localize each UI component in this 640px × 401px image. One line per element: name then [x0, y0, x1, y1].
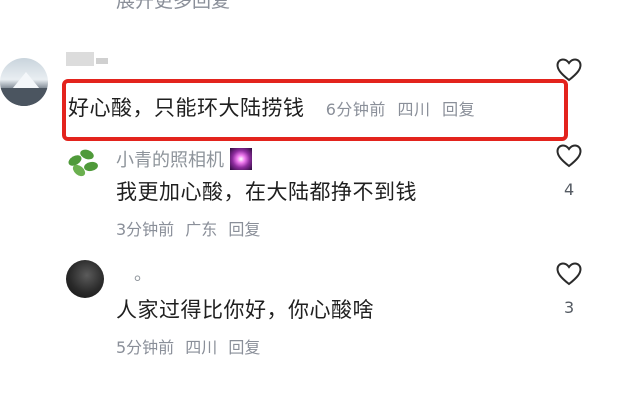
expand-more-replies-link[interactable]: 展开更多回复 [116, 0, 230, 13]
comment-item: 小青的照相机 我更加心酸，在大陆都挣不到钱 3分钟前 广东 回复 4 [0, 140, 640, 250]
sparkle-emoji-icon [230, 148, 252, 170]
comment-time: 5分钟前 [116, 338, 175, 357]
highlight-box [62, 79, 568, 141]
comment-time: 3分钟前 [116, 220, 175, 239]
comment-text: 人家过得比你好，你心酸啥 [116, 298, 374, 322]
comment-text: 我更加心酸，在大陆都挣不到钱 [116, 180, 417, 204]
username-text: 小青的照相机 [116, 150, 224, 171]
username[interactable]: 。 [134, 260, 152, 286]
avatar[interactable] [0, 58, 48, 106]
heart-outline-icon[interactable] [556, 262, 582, 286]
comment-item: 。 人家过得比你好，你心酸啥 5分钟前 四川 回复 3 [0, 258, 640, 368]
comment-location: 广东 [185, 220, 218, 239]
comment-thread: 展开更多回复 好心酸，只能环大陆捞钱 6分钟前 四川 回复 小青的照相机 我更加… [0, 0, 640, 401]
username-redacted [66, 52, 94, 66]
username[interactable]: 小青的照相机 [116, 146, 252, 172]
reply-button[interactable]: 回复 [228, 338, 260, 357]
avatar[interactable] [64, 142, 104, 182]
comment-meta: 5分钟前 四川 回复 [116, 334, 266, 358]
avatar[interactable] [66, 260, 104, 298]
reply-button[interactable]: 回复 [228, 220, 260, 239]
username-redacted-mark [96, 58, 108, 64]
avatar-leaf [83, 160, 99, 173]
heart-outline-icon[interactable] [556, 144, 582, 168]
comment-meta: 3分钟前 广东 回复 [116, 216, 266, 240]
comment-location: 四川 [185, 338, 218, 357]
like-count: 3 [564, 298, 575, 317]
like-count: 4 [564, 180, 575, 199]
avatar-ridge [0, 88, 48, 106]
